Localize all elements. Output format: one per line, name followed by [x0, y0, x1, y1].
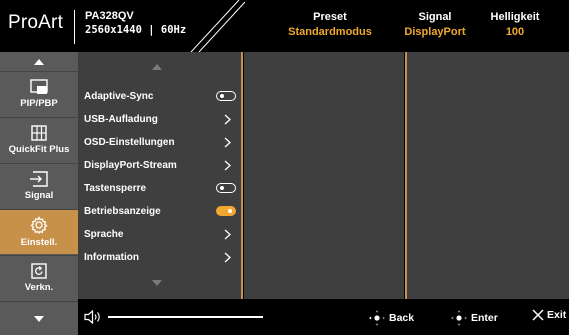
- resolution-info: 2560x1440 | 60Hz: [85, 23, 186, 37]
- adaptive-sync-toggle[interactable]: [216, 91, 236, 101]
- shortcut-icon: [31, 263, 47, 279]
- chevron-right-icon: [224, 137, 231, 147]
- exit-hint[interactable]: Exit: [532, 309, 566, 321]
- menu-item-label: DisplayPort-Stream: [84, 159, 177, 171]
- sidebar: PIP/PBP QuickFit Plus Signal Einstell. V…: [0, 52, 78, 335]
- sidebar-item-label: Einstell.: [20, 237, 58, 248]
- enter-label: Enter: [471, 312, 498, 324]
- menu-item-betriebsanzeige[interactable]: Betriebsanzeige: [84, 200, 236, 222]
- header-bar: ProArt PA328QV 2560x1440 | 60Hz Preset S…: [0, 0, 569, 52]
- exit-label: Exit: [547, 309, 567, 321]
- sidebar-item-einstell[interactable]: Einstell.: [0, 210, 78, 254]
- sidebar-item-verkn[interactable]: Verkn.: [0, 256, 78, 300]
- chevron-right-icon: [224, 160, 231, 170]
- grid-icon: [31, 125, 47, 141]
- menu-item-label: Information: [84, 251, 139, 263]
- betriebsanzeige-toggle[interactable]: [216, 206, 236, 216]
- sidebar-scroll-down[interactable]: [0, 311, 78, 327]
- resolution-text: 2560x1440: [85, 24, 142, 36]
- panel-divider: [241, 52, 243, 299]
- model-info: PA328QV 2560x1440 | 60Hz: [85, 9, 186, 37]
- sidebar-item-signal[interactable]: Signal: [0, 164, 78, 208]
- menu-item-displayport-stream[interactable]: DisplayPort-Stream: [84, 154, 236, 176]
- enter-hint[interactable]: Enter: [450, 309, 498, 327]
- back-label: Back: [389, 312, 415, 324]
- menu-item-label: Betriebsanzeige: [84, 205, 161, 217]
- menu-item-label: Sprache: [84, 228, 124, 240]
- signal-value: DisplayPort: [404, 26, 466, 38]
- menu-item-label: Tastensperre: [84, 182, 147, 194]
- brightness-value: 100: [505, 26, 525, 38]
- input-icon: [30, 171, 48, 187]
- gear-icon: [30, 216, 48, 234]
- sidebar-item-label: Signal: [24, 190, 54, 201]
- osd-menu: ProArt PA328QV 2560x1440 | 60Hz Preset S…: [0, 0, 569, 335]
- menu-item-adaptive-sync[interactable]: Adaptive-Sync: [84, 85, 236, 107]
- settings-menu-panel: Adaptive-Sync USB-Aufladung OSD-Einstell…: [78, 52, 241, 299]
- menu-item-label: OSD-Einstellungen: [84, 136, 175, 148]
- back-hint[interactable]: Back: [368, 309, 414, 327]
- preset-label: Preset: [313, 11, 347, 23]
- footer-bar: Back Enter Exit: [78, 299, 569, 335]
- joystick-icon: [451, 310, 467, 326]
- volume-slider[interactable]: [108, 316, 263, 318]
- sidebar-divider: [0, 301, 78, 302]
- joystick-icon: [369, 310, 385, 326]
- sidebar-item-label: PIP/PBP: [20, 98, 58, 109]
- header-divider: [74, 10, 75, 44]
- triangle-down-icon[interactable]: [152, 280, 162, 286]
- chevron-right-icon: [224, 252, 231, 262]
- preset-status: Preset Standardmodus: [280, 10, 380, 40]
- sidebar-item-pip-pbp[interactable]: PIP/PBP: [0, 72, 78, 116]
- triangle-up-icon[interactable]: [152, 64, 162, 70]
- menu-item-sprache[interactable]: Sprache: [84, 223, 236, 245]
- menu-item-label: USB-Aufladung: [84, 113, 158, 125]
- menu-item-usb-aufladung[interactable]: USB-Aufladung: [84, 108, 236, 130]
- detail-panel: [407, 52, 569, 299]
- model-name: PA328QV: [85, 10, 134, 22]
- resolution-divider: |: [141, 24, 161, 36]
- close-icon: [532, 309, 544, 321]
- signal-label: Signal: [418, 11, 452, 23]
- triangle-down-icon: [34, 316, 44, 322]
- sidebar-item-quickfit-plus[interactable]: QuickFit Plus: [0, 118, 78, 162]
- sidebar-scroll-up[interactable]: [0, 54, 78, 70]
- signal-status: Signal DisplayPort: [400, 10, 470, 40]
- header-slash-decoration: [190, 0, 245, 52]
- sidebar-item-label: QuickFit Plus: [8, 144, 70, 155]
- speaker-icon[interactable]: [84, 310, 104, 324]
- menu-item-tastensperre[interactable]: Tastensperre: [84, 177, 236, 199]
- menu-item-information[interactable]: Information: [84, 246, 236, 268]
- triangle-up-icon: [34, 59, 44, 65]
- tastensperre-toggle[interactable]: [216, 183, 236, 193]
- pip-icon: [30, 79, 48, 94]
- refresh-text: 60Hz: [160, 24, 187, 36]
- menu-item-osd-einstellungen[interactable]: OSD-Einstellungen: [84, 131, 236, 153]
- chevron-right-icon: [224, 229, 231, 239]
- menu-item-label: Adaptive-Sync: [84, 90, 154, 102]
- brightness-label: Helligkeit: [490, 11, 540, 23]
- preset-value: Standardmodus: [288, 26, 372, 38]
- brightness-status: Helligkeit 100: [480, 10, 550, 40]
- sidebar-item-label: Verkn.: [24, 282, 54, 293]
- submenu-panel: [244, 52, 404, 299]
- proart-logo: ProArt: [8, 12, 64, 33]
- chevron-right-icon: [224, 114, 231, 124]
